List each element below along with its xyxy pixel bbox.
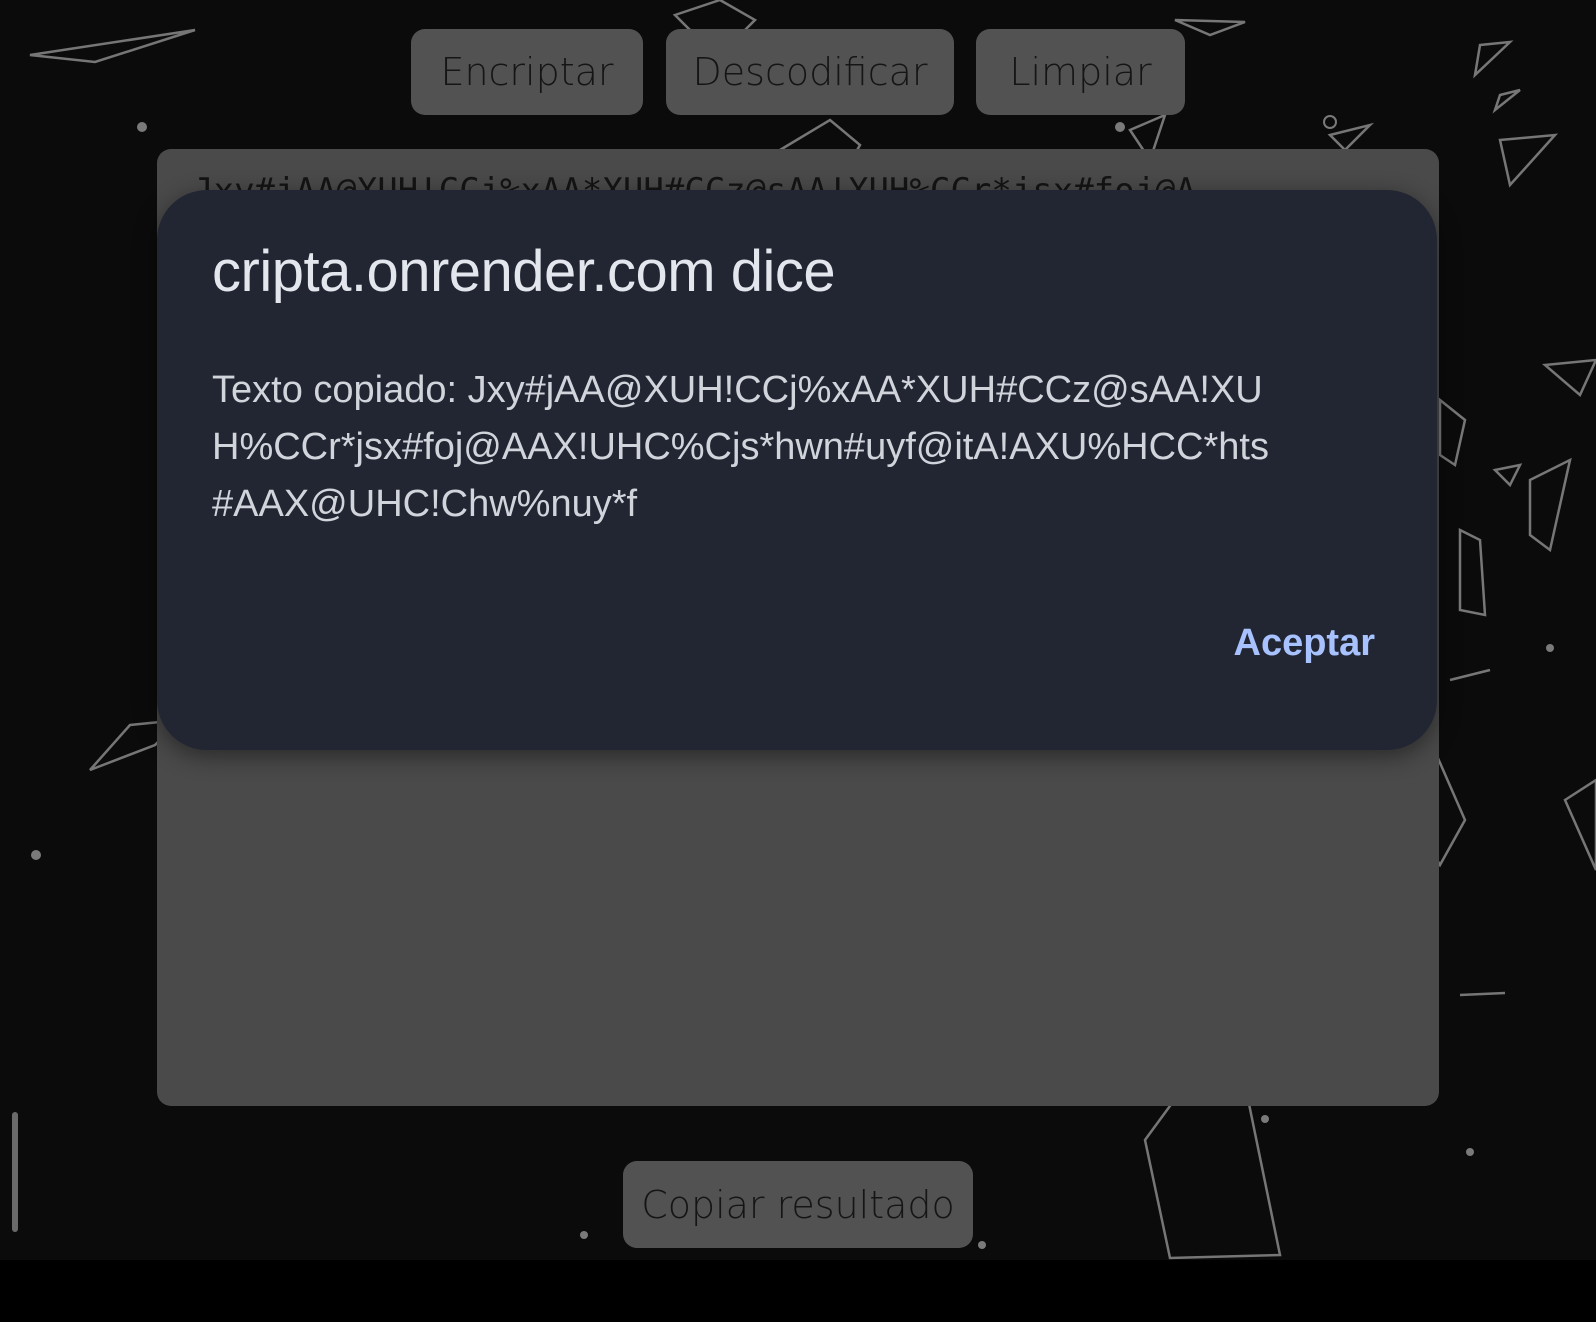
clear-button[interactable]: Limpiar xyxy=(976,29,1185,115)
alert-dialog: cripta.onrender.com dice Texto copiado: … xyxy=(157,190,1437,750)
scrollbar[interactable] xyxy=(12,1112,18,1232)
copy-result-button[interactable]: Copiar resultado xyxy=(623,1161,973,1248)
dialog-message: Texto copiado: Jxy#jAA@XUH!CCj%xAA*XUH#C… xyxy=(212,369,1269,525)
page: Encriptar Descodificar Limpiar Jxy#jAA@X… xyxy=(0,0,1596,1322)
dialog-title: cripta.onrender.com dice xyxy=(212,239,836,304)
encrypt-button[interactable]: Encriptar xyxy=(411,29,643,115)
decode-button[interactable]: Descodificar xyxy=(666,29,954,115)
accept-button[interactable]: Aceptar xyxy=(1234,622,1376,665)
bottom-strip xyxy=(0,1260,1596,1322)
